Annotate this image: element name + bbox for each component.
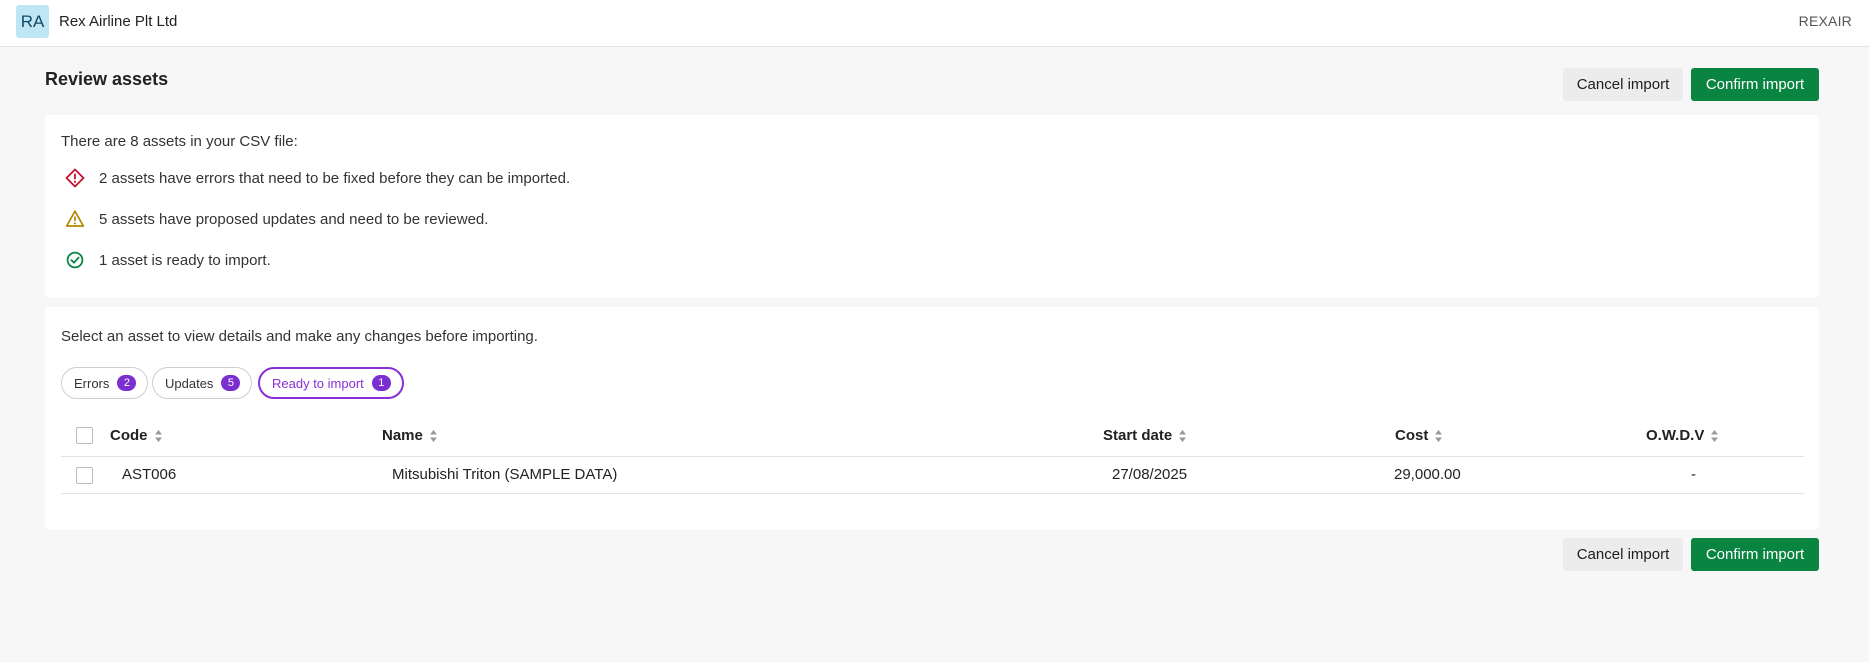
cell-owdv: - — [1691, 466, 1696, 483]
summary-errors-text: 2 assets have errors that need to be fix… — [99, 169, 571, 187]
tab-errors[interactable]: Errors 2 — [61, 367, 149, 399]
summary-updates-text: 5 assets have proposed updates and need … — [99, 210, 489, 228]
top-bar: RA Rex Airline Plt Ltd REXAIR — [0, 0, 1869, 47]
confirm-import-button-bottom[interactable]: Confirm import — [1691, 538, 1819, 571]
cell-start-date: 27/08/2025 — [1112, 466, 1188, 483]
tab-ready-label: Ready to import — [272, 375, 364, 391]
select-asset-instructions: Select an asset to view details and make… — [61, 328, 538, 345]
tab-ready-to-import[interactable]: Ready to import 1 — [258, 367, 404, 399]
confirm-import-button-top[interactable]: Confirm import — [1691, 68, 1819, 101]
sort-icon — [1178, 429, 1187, 443]
check-circle-icon — [64, 249, 86, 271]
tab-errors-label: Errors — [74, 375, 110, 391]
column-name[interactable]: Name — [382, 427, 438, 444]
sort-icon — [429, 429, 438, 443]
row-checkbox[interactable] — [76, 467, 93, 484]
cell-cost: 29,000.00 — [1394, 466, 1461, 483]
cancel-import-button-bottom[interactable]: Cancel import — [1563, 538, 1683, 571]
summary-intro: There are 8 assets in your CSV file: — [61, 133, 298, 150]
tab-ready-count: 1 — [371, 375, 391, 391]
column-start-date[interactable]: Start date — [1103, 427, 1187, 444]
cell-code: AST006 — [122, 466, 177, 483]
summary-ready: 1 asset is ready to import. — [61, 249, 271, 271]
table-row[interactable]: AST006 Mitsubishi Triton (SAMPLE DATA) 2… — [61, 457, 1804, 494]
summary-ready-text: 1 asset is ready to import. — [99, 251, 271, 269]
column-cost[interactable]: Cost — [1395, 427, 1443, 444]
column-owdv[interactable]: O.W.D.V — [1646, 427, 1719, 444]
column-code[interactable]: Code — [110, 427, 163, 444]
org-avatar[interactable]: RA — [16, 5, 49, 38]
summary-updates: 5 assets have proposed updates and need … — [61, 208, 488, 230]
tab-updates-label: Updates — [165, 375, 214, 391]
tab-updates-count: 5 — [221, 375, 241, 391]
select-all-checkbox[interactable] — [76, 427, 93, 444]
table-header: Code Name Start date Cost O.W.D.V — [61, 415, 1804, 457]
cell-name: Mitsubishi Triton (SAMPLE DATA) — [392, 466, 618, 483]
summary-errors: 2 assets have errors that need to be fix… — [61, 167, 570, 189]
sort-icon — [1434, 429, 1443, 443]
org-name[interactable]: Rex Airline Plt Ltd — [59, 13, 177, 30]
import-summary-card: There are 8 assets in your CSV file: 2 a… — [45, 115, 1819, 298]
page-title: Review assets — [45, 69, 169, 89]
sort-icon — [154, 429, 163, 443]
error-icon — [64, 167, 86, 189]
sort-icon — [1710, 429, 1719, 443]
tab-errors-count: 2 — [117, 375, 137, 391]
asset-review-card: Select an asset to view details and make… — [45, 307, 1819, 530]
warning-icon — [64, 208, 86, 230]
tab-updates[interactable]: Updates 5 — [152, 367, 253, 399]
org-code: REXAIR — [1798, 13, 1852, 29]
cancel-import-button-top[interactable]: Cancel import — [1563, 68, 1683, 101]
